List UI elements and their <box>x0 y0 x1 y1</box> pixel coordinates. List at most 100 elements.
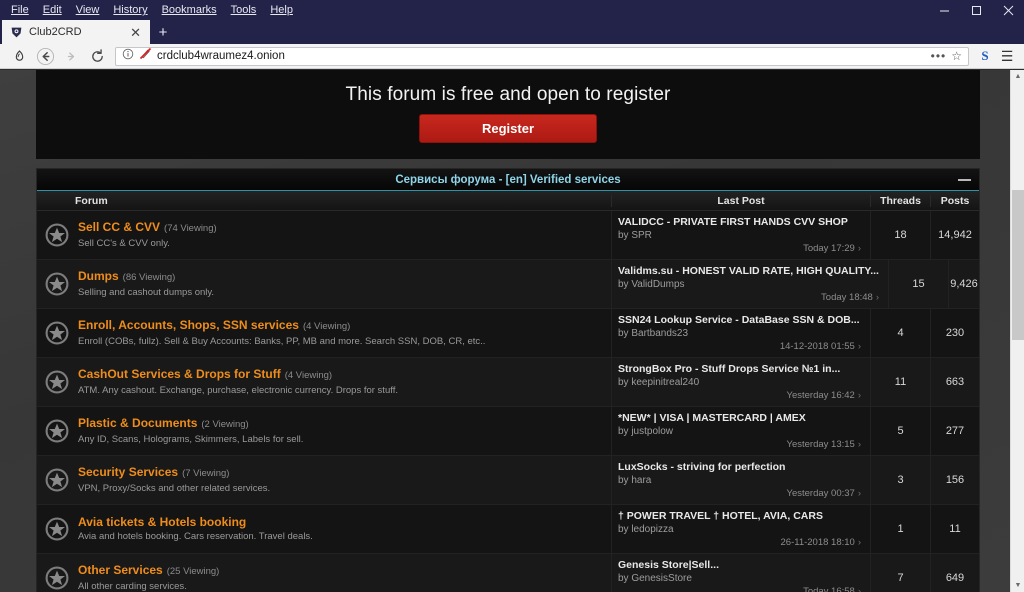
last-post-author[interactable]: by SPR <box>618 229 861 242</box>
table-row[interactable]: Security Services (7 Viewing) VPN, Proxy/S… <box>37 456 979 505</box>
table-row[interactable]: Enroll, Accounts, Shops, SSN services (4 … <box>37 309 979 358</box>
last-post-author[interactable]: by hara <box>618 474 861 487</box>
scroll-down-icon[interactable]: ▼ <box>1011 579 1024 592</box>
forum-link[interactable]: Avia tickets & Hotels booking <box>78 515 313 529</box>
menu-history-label: History <box>113 4 148 16</box>
goto-post-icon[interactable]: › <box>858 537 861 548</box>
back-button[interactable] <box>32 45 58 67</box>
collapse-minus-icon[interactable] <box>958 178 971 181</box>
last-post-title[interactable]: StrongBox Pro - Stuff Drops Service №1 i… <box>618 363 861 376</box>
browser-window: File Edit View History Bookmarks Tools H… <box>0 0 1024 592</box>
last-post-author[interactable]: by GenesisStore <box>618 572 861 585</box>
forum-name: Other Services <box>78 563 163 577</box>
goto-post-icon[interactable]: › <box>858 390 861 401</box>
forum-link[interactable]: Enroll, Accounts, Shops, SSN services (4 … <box>78 318 485 334</box>
last-post-author[interactable]: by keepinitreal240 <box>618 376 861 389</box>
table-row[interactable]: Avia tickets & Hotels booking Avia and ho… <box>37 505 979 554</box>
tab-close-icon[interactable]: ✕ <box>127 26 144 39</box>
menu-bookmarks-label: Bookmarks <box>161 4 217 16</box>
scroll-up-icon[interactable]: ▲ <box>1011 70 1024 83</box>
menu-tools[interactable]: Tools <box>224 1 264 19</box>
forum-name: CashOut Services & Drops for Stuff <box>78 367 281 381</box>
page-actions-icon[interactable]: ••• <box>931 50 947 62</box>
menu-file-label: File <box>11 4 29 16</box>
forum-description: Sell CC's & CVV only. <box>78 238 170 249</box>
last-post-timestamp: 14-12-2018 01:55 <box>779 341 855 352</box>
site-info-icon[interactable] <box>122 47 134 65</box>
address-bar[interactable]: crdclub4wraumez4.onion ••• ☆ <box>115 46 969 66</box>
threads-cell: 18 <box>870 211 930 259</box>
forum-text: Avia tickets & Hotels booking Avia and ho… <box>78 515 313 543</box>
goto-post-icon[interactable]: › <box>858 439 861 450</box>
menu-view[interactable]: View <box>69 1 107 19</box>
last-post-title[interactable]: † POWER TRAVEL † HOTEL, AVIA, CARS <box>618 510 861 523</box>
last-post-time: Today 18:48 › <box>618 292 879 304</box>
menu-help[interactable]: Help <box>263 1 300 19</box>
last-post-timestamp: 26-11-2018 18:10 <box>780 537 855 548</box>
last-post-title[interactable]: Validms.su - HONEST VALID RATE, HIGH QUA… <box>618 265 879 278</box>
forum-link[interactable]: Plastic & Documents (2 Viewing) <box>78 416 303 432</box>
table-row[interactable]: Other Services (25 Viewing) All other card… <box>37 554 979 592</box>
scrollbar-thumb[interactable] <box>1012 190 1024 340</box>
last-post-author[interactable]: by ValidDumps <box>618 278 879 291</box>
goto-post-icon[interactable]: › <box>858 488 861 499</box>
menu-file[interactable]: File <box>4 1 36 19</box>
noscript-icon[interactable] <box>139 47 152 65</box>
forum-text: Sell CC & CVV (74 Viewing) Sell CC's & CVV… <box>78 220 217 250</box>
last-post-cell: StrongBox Pro - Stuff Drops Service №1 i… <box>611 358 870 406</box>
table-row[interactable]: Plastic & Documents (2 Viewing) Any ID, Sc… <box>37 407 979 456</box>
last-post-title[interactable]: SSN24 Lookup Service - DataBase SSN & DO… <box>618 314 861 327</box>
maximize-button[interactable] <box>960 0 992 20</box>
goto-post-icon[interactable]: › <box>876 292 879 303</box>
last-post-title[interactable]: VALIDCC - PRIVATE FIRST HANDS CVV SHOP <box>618 216 861 229</box>
forum-link[interactable]: Security Services (7 Viewing) <box>78 465 270 481</box>
last-post-author[interactable]: by ledopizza <box>618 523 861 536</box>
forum-star-icon <box>45 468 69 492</box>
forum-star-icon <box>45 566 69 590</box>
tab-strip: Club2CRD ✕ + <box>0 20 1024 44</box>
page-scrollbar[interactable]: ▲ ▼ <box>1010 70 1024 592</box>
bookmark-star-icon[interactable]: ☆ <box>951 49 962 63</box>
last-post-time: Yesterday 13:15 › <box>618 439 862 451</box>
onion-menu-icon[interactable] <box>6 45 32 67</box>
extension-button-s[interactable]: S <box>974 45 996 67</box>
new-tab-button[interactable]: + <box>150 20 176 44</box>
menu-edit[interactable]: Edit <box>36 1 69 19</box>
forum-link[interactable]: Dumps (86 Viewing) <box>78 269 214 285</box>
forum-link[interactable]: Sell CC & CVV (74 Viewing) <box>78 220 217 236</box>
goto-post-icon[interactable]: › <box>858 586 861 592</box>
minimize-button[interactable] <box>928 0 960 20</box>
register-button[interactable]: Register <box>418 114 598 143</box>
last-post-time: Today 16:58 › <box>618 586 861 592</box>
reload-button[interactable] <box>84 45 110 67</box>
last-post-timestamp: Today 16:58 <box>803 586 855 592</box>
last-post-time: 14-12-2018 01:55 › <box>618 341 861 353</box>
last-post-title[interactable]: LuxSocks - striving for perfection <box>618 461 861 474</box>
menu-history[interactable]: History <box>106 1 154 19</box>
url-text: crdclub4wraumez4.onion <box>157 50 285 62</box>
last-post-title[interactable]: Genesis Store|Sell... <box>618 559 861 572</box>
app-menu-button[interactable]: ☰ <box>996 45 1018 67</box>
menu-bookmarks[interactable]: Bookmarks <box>155 1 224 19</box>
forum-description: All other carding services. <box>78 581 187 592</box>
forum-name: Security Services <box>78 465 179 479</box>
forum-name: Enroll, Accounts, Shops, SSN services <box>78 318 299 332</box>
table-row[interactable]: Sell CC & CVV (74 Viewing) Sell CC's & CVV… <box>37 211 979 260</box>
last-post-title[interactable]: *NEW* | VISA | MASTERCARD | AMEX <box>618 412 861 425</box>
forum-link[interactable]: CashOut Services & Drops for Stuff (4 Vie… <box>78 367 398 383</box>
goto-post-icon[interactable]: › <box>858 341 861 352</box>
goto-post-icon[interactable]: › <box>858 243 861 254</box>
section-header[interactable]: Сервисы форума - [en] Verified services <box>37 169 979 191</box>
title-bar: File Edit View History Bookmarks Tools H… <box>0 0 1024 20</box>
tab-club2crd[interactable]: Club2CRD ✕ <box>2 20 150 44</box>
last-post-author[interactable]: by justpolow <box>618 425 861 438</box>
menu-edit-label: Edit <box>42 4 62 16</box>
tor-shield-icon <box>10 26 23 39</box>
close-button[interactable] <box>992 0 1024 20</box>
last-post-timestamp: Today 18:48 <box>821 292 873 303</box>
last-post-author[interactable]: by Bartbands23 <box>618 327 861 340</box>
column-header-forum: Forum <box>75 194 108 207</box>
forum-link[interactable]: Other Services (25 Viewing) <box>78 563 219 579</box>
table-row[interactable]: CashOut Services & Drops for Stuff (4 Vie… <box>37 358 979 407</box>
table-row[interactable]: Dumps (86 Viewing) Selling and cashout dum… <box>37 260 979 309</box>
